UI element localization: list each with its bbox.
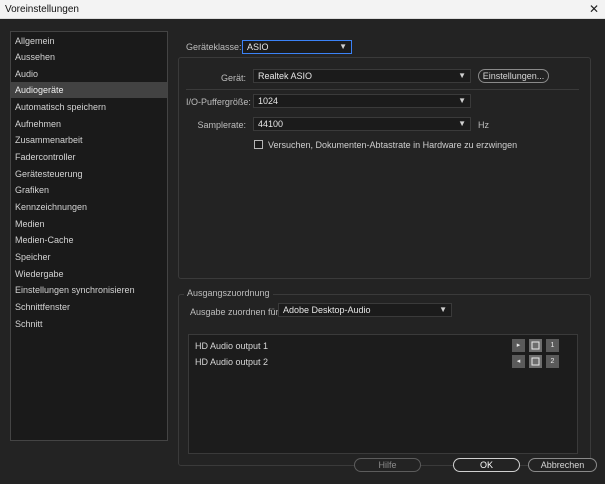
sidebar-item-aussehen[interactable]: Aussehen bbox=[11, 49, 167, 65]
buffer-size-value: 1024 bbox=[258, 96, 279, 106]
ok-button[interactable]: OK bbox=[453, 458, 520, 472]
device-value: Realtek ASIO bbox=[258, 71, 313, 81]
device-label: Gerät: bbox=[220, 73, 246, 83]
sidebar-item-speicher[interactable]: Speicher bbox=[11, 249, 167, 265]
bracket-icon[interactable] bbox=[529, 339, 542, 352]
cancel-button[interactable]: Abbrechen bbox=[528, 458, 597, 472]
speaker-icon[interactable]: ▸ bbox=[512, 339, 525, 352]
sidebar-item-zusammenarbeit[interactable]: Zusammenarbeit bbox=[11, 132, 167, 148]
device-class-dropdown[interactable]: ASIO ▼ bbox=[242, 40, 352, 54]
sidebar-item-audiogeraete[interactable]: Audiogeräte bbox=[11, 82, 167, 98]
speaker-icon[interactable]: ◂ bbox=[512, 355, 525, 368]
output-row-2-label: HD Audio output 2 bbox=[195, 357, 269, 367]
preferences-category-list: Allgemein Aussehen Audio Audiogeräte Aut… bbox=[10, 31, 168, 441]
device-class-value: ASIO bbox=[247, 42, 269, 52]
samplerate-unit: Hz bbox=[478, 120, 489, 130]
sidebar-item-kennzeichnungen[interactable]: Kennzeichnungen bbox=[11, 199, 167, 215]
sidebar-item-fadercontroller[interactable]: Fadercontroller bbox=[11, 149, 167, 165]
close-icon[interactable]: ✕ bbox=[589, 2, 599, 16]
chevron-down-icon: ▼ bbox=[458, 71, 466, 80]
sidebar-item-medien[interactable]: Medien bbox=[11, 216, 167, 232]
sidebar-item-aufnehmen[interactable]: Aufnehmen bbox=[11, 116, 167, 132]
bracket-icon[interactable] bbox=[529, 355, 542, 368]
buffer-size-label: I/O-Puffergröße: bbox=[186, 97, 251, 107]
window-title: Voreinstellungen bbox=[5, 4, 79, 15]
sidebar-item-audio[interactable]: Audio bbox=[11, 66, 167, 82]
sidebar-item-grafiken[interactable]: Grafiken bbox=[11, 182, 167, 198]
map-output-value: Adobe Desktop-Audio bbox=[283, 305, 371, 315]
output-mapping-title: Ausgangszuordnung bbox=[184, 288, 273, 298]
separator bbox=[186, 89, 579, 90]
chevron-down-icon: ▼ bbox=[439, 305, 447, 314]
device-settings-group bbox=[178, 57, 591, 279]
sidebar-item-allgemein[interactable]: Allgemein bbox=[11, 33, 167, 49]
sidebar-item-geraetesteuerung[interactable]: Gerätesteuerung bbox=[11, 166, 167, 182]
force-samplerate-checkbox[interactable] bbox=[254, 140, 263, 149]
sidebar-item-automatisch-speichern[interactable]: Automatisch speichern bbox=[11, 99, 167, 115]
buffer-size-dropdown[interactable]: 1024 ▼ bbox=[253, 94, 471, 108]
sidebar-item-schnittfenster[interactable]: Schnittfenster bbox=[11, 299, 167, 315]
channel-1-button[interactable]: 1 bbox=[546, 339, 559, 352]
channel-2-button[interactable]: 2 bbox=[546, 355, 559, 368]
chevron-down-icon: ▼ bbox=[458, 119, 466, 128]
map-output-dropdown[interactable]: Adobe Desktop-Audio ▼ bbox=[278, 303, 452, 317]
sidebar-item-wiedergabe[interactable]: Wiedergabe bbox=[11, 266, 167, 282]
output-mapping-list: HD Audio output 1 HD Audio output 2 bbox=[188, 334, 578, 454]
sidebar-item-schnitt[interactable]: Schnitt bbox=[11, 316, 167, 332]
help-button[interactable]: Hilfe bbox=[354, 458, 421, 472]
sidebar-item-medien-cache[interactable]: Medien-Cache bbox=[11, 232, 167, 248]
device-settings-button[interactable]: Einstellungen... bbox=[478, 69, 549, 83]
samplerate-value: 44100 bbox=[258, 119, 284, 129]
map-output-label: Ausgabe zuordnen für: bbox=[190, 307, 282, 317]
samplerate-label: Samplerate: bbox=[197, 120, 246, 130]
sidebar-item-einstellungen-synchronisieren[interactable]: Einstellungen synchronisieren bbox=[11, 282, 167, 298]
chevron-down-icon: ▼ bbox=[458, 96, 466, 105]
chevron-down-icon: ▼ bbox=[339, 42, 347, 51]
title-bar: Voreinstellungen ✕ bbox=[0, 0, 605, 19]
samplerate-dropdown[interactable]: 44100 ▼ bbox=[253, 117, 471, 131]
device-dropdown[interactable]: Realtek ASIO ▼ bbox=[253, 69, 471, 83]
force-samplerate-label: Versuchen, Dokumenten-Abtastrate in Hard… bbox=[268, 140, 518, 150]
output-row-1-label: HD Audio output 1 bbox=[195, 341, 269, 351]
device-class-label: Geräteklasse: bbox=[186, 42, 242, 52]
